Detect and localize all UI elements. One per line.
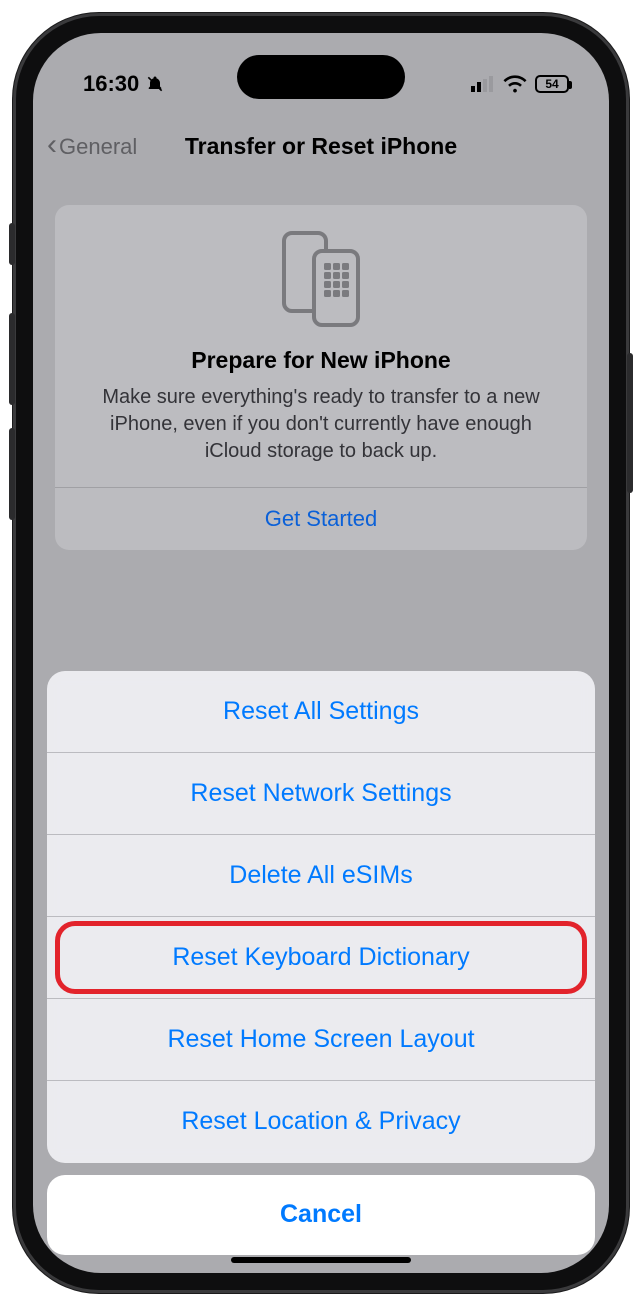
delete-all-esims-button[interactable]: Delete All eSIMs (47, 835, 595, 917)
reset-home-screen-layout-button[interactable]: Reset Home Screen Layout (47, 999, 595, 1081)
battery-icon: 54 (535, 75, 569, 93)
volume-up-button (9, 313, 15, 405)
action-sheet-container: Reset All Settings Reset Network Setting… (33, 671, 609, 1273)
sheet-item-label: Reset Home Screen Layout (167, 1025, 474, 1054)
page-title: Transfer or Reset iPhone (185, 133, 457, 160)
prepare-card: Prepare for New iPhone Make sure everyth… (55, 205, 587, 550)
sheet-item-label: Reset Keyboard Dictionary (172, 943, 469, 972)
status-time: 16:30 (83, 71, 139, 97)
reset-network-settings-button[interactable]: Reset Network Settings (47, 753, 595, 835)
power-button (627, 353, 633, 493)
card-description: Make sure everything's ready to transfer… (75, 384, 567, 465)
reset-all-settings-button[interactable]: Reset All Settings (47, 671, 595, 753)
cancel-label: Cancel (280, 1200, 362, 1229)
sheet-item-label: Reset All Settings (223, 697, 419, 726)
back-button[interactable]: ‹ General (47, 134, 137, 160)
card-title: Prepare for New iPhone (75, 347, 567, 374)
navigation-bar: ‹ General Transfer or Reset iPhone (33, 123, 609, 171)
cellular-signal-icon (471, 76, 495, 92)
action-sheet: Reset All Settings Reset Network Setting… (47, 671, 595, 1163)
home-indicator[interactable] (231, 1257, 411, 1263)
volume-down-button (9, 428, 15, 520)
silent-mode-icon (145, 74, 165, 94)
battery-percent: 54 (545, 77, 558, 91)
sheet-item-label: Reset Location & Privacy (181, 1107, 460, 1136)
cancel-button[interactable]: Cancel (47, 1175, 595, 1255)
sheet-item-label: Reset Network Settings (190, 779, 451, 808)
reset-location-privacy-button[interactable]: Reset Location & Privacy (47, 1081, 595, 1163)
sheet-item-label: Delete All eSIMs (229, 861, 412, 890)
mute-switch (9, 223, 15, 265)
wifi-icon (503, 75, 527, 93)
phone-frame: 16:30 54 (13, 13, 629, 1293)
back-label: General (59, 134, 137, 160)
dynamic-island (237, 55, 405, 99)
get-started-button[interactable]: Get Started (75, 488, 567, 550)
transfer-phones-icon (75, 229, 567, 329)
reset-keyboard-dictionary-button[interactable]: Reset Keyboard Dictionary (47, 917, 595, 999)
screen: 16:30 54 (33, 33, 609, 1273)
